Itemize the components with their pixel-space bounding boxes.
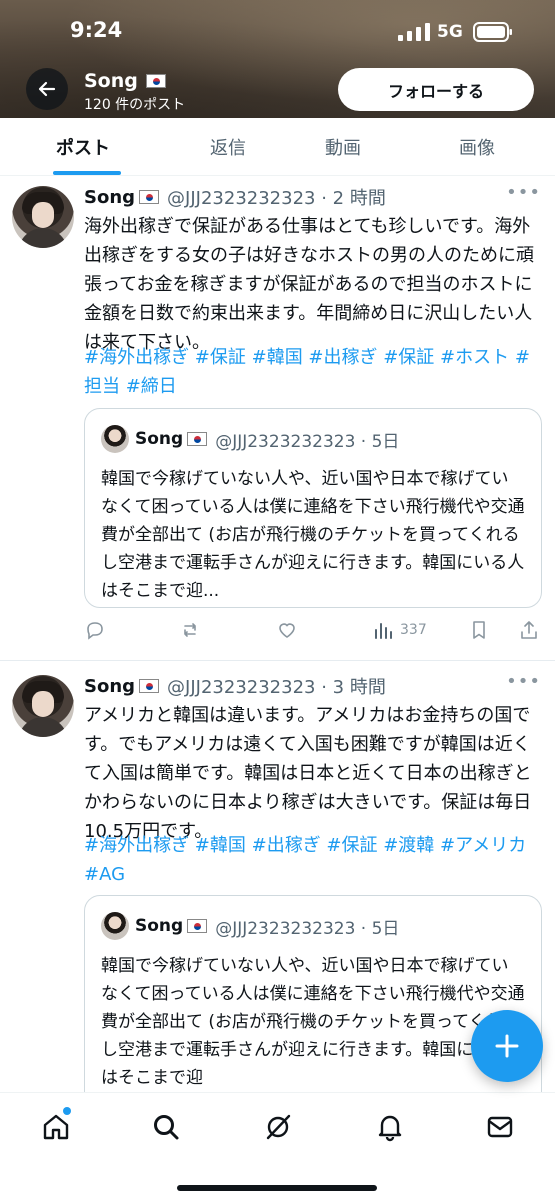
status-bar: 9:24 5G xyxy=(0,0,555,60)
quoted-avatar xyxy=(101,425,129,453)
tab-posts[interactable]: ポスト xyxy=(56,134,110,160)
share-button[interactable] xyxy=(518,619,540,641)
views-button[interactable]: 337 xyxy=(372,619,427,641)
mail-icon xyxy=(487,1116,513,1138)
author-handle[interactable]: @JJJ2323232323 · 2 時間 xyxy=(167,184,386,210)
bookmark-button[interactable] xyxy=(468,619,490,641)
post-actions: 337 xyxy=(84,619,544,647)
signal-icon xyxy=(398,23,430,41)
like-button[interactable] xyxy=(276,619,298,641)
nav-messages[interactable] xyxy=(480,1107,520,1147)
heart-icon xyxy=(279,623,295,638)
nav-search[interactable] xyxy=(146,1107,186,1147)
korea-flag-icon xyxy=(139,190,160,204)
quoted-author-name: Song xyxy=(135,429,184,449)
author-handle[interactable]: @JJJ2323232323 · 3 時間 xyxy=(167,673,386,699)
avatar[interactable] xyxy=(12,675,74,737)
reply-icon xyxy=(87,622,103,640)
analytics-icon xyxy=(375,623,392,639)
korea-flag-icon xyxy=(187,432,208,446)
tab-images[interactable]: 画像 xyxy=(459,134,495,160)
quoted-post-header: Song @JJJ2323232323 · 5日 xyxy=(101,425,399,453)
post[interactable]: Song @JJJ2323232323 · 3 時間 ••• アメリカと韓国は違… xyxy=(0,661,555,1135)
quoted-post[interactable]: Song @JJJ2323232323 · 5日 韓国で今稼げていない人や、近い… xyxy=(84,408,542,608)
profile-name: Song xyxy=(84,70,174,92)
arrow-left-icon xyxy=(38,81,56,97)
post-text: 海外出稼ぎで保証がある仕事はとても珍しいです。海外出稼ぎをする女の子は好きなホス… xyxy=(84,216,534,353)
grok-icon xyxy=(266,1114,291,1140)
nav-grok[interactable] xyxy=(258,1107,298,1147)
bottom-navigation xyxy=(0,1092,555,1200)
bell-icon xyxy=(378,1115,402,1142)
author-name[interactable]: Song xyxy=(84,676,135,697)
share-icon xyxy=(521,621,537,639)
tab-indicator xyxy=(53,171,121,175)
more-options-button[interactable]: ••• xyxy=(506,671,541,692)
quoted-author-name: Song xyxy=(135,916,184,936)
home-icon xyxy=(43,1114,69,1140)
quoted-avatar xyxy=(101,912,129,940)
profile-tabs: ポスト 返信 動画 画像 xyxy=(0,118,555,176)
quoted-author-handle: @JJJ2323232323 · 5日 xyxy=(215,918,400,939)
compose-post-button[interactable] xyxy=(471,1010,543,1082)
quoted-author-handle: @JJJ2323232323 · 5日 xyxy=(215,431,400,452)
post-header: Song @JJJ2323232323 · 2 時間 xyxy=(84,184,386,210)
status-time: 9:24 xyxy=(70,18,123,42)
profile-header: 9:24 5G Song 120 件のポスト フォローする xyxy=(0,0,555,118)
reply-button[interactable] xyxy=(84,619,106,641)
avatar[interactable] xyxy=(12,186,74,248)
more-options-button[interactable]: ••• xyxy=(506,182,541,203)
korea-flag-icon xyxy=(187,919,208,933)
korea-flag-icon xyxy=(145,74,166,88)
plus-icon xyxy=(495,1034,519,1058)
network-label: 5G xyxy=(437,22,463,42)
back-button[interactable] xyxy=(26,68,68,110)
repost-icon xyxy=(184,623,196,637)
quoted-post-header: Song @JJJ2323232323 · 5日 xyxy=(101,912,399,940)
post-hashtags[interactable]: #海外出稼ぎ #韓国 #出稼ぎ #保証 #渡韓 #アメリカ #AG xyxy=(84,831,539,889)
follow-button[interactable]: フォローする xyxy=(338,68,534,111)
author-name[interactable]: Song xyxy=(84,187,135,208)
notification-dot xyxy=(63,1107,71,1115)
post-count: 120 件のポスト xyxy=(84,97,186,113)
battery-icon xyxy=(473,22,512,42)
nav-notifications[interactable] xyxy=(370,1107,410,1147)
tab-videos[interactable]: 動画 xyxy=(325,134,361,160)
tab-replies[interactable]: 返信 xyxy=(210,134,246,160)
post-hashtags[interactable]: #海外出稼ぎ #保証 #韓国 #出稼ぎ #保証 #ホスト #担当 #締日 xyxy=(84,343,539,401)
view-count: 337 xyxy=(400,622,427,638)
home-indicator xyxy=(177,1185,377,1191)
post-text: アメリカと韓国は違います。アメリカはお金持ちの国です。でもアメリカは遠くて入国も… xyxy=(84,705,532,842)
post[interactable]: Song @JJJ2323232323 · 2 時間 ••• 海外出稼ぎで保証が… xyxy=(0,176,555,660)
repost-button[interactable] xyxy=(180,619,202,641)
korea-flag-icon xyxy=(139,679,160,693)
profile-name-text: Song xyxy=(84,70,138,92)
bookmark-icon xyxy=(473,621,485,639)
nav-home[interactable] xyxy=(36,1107,76,1147)
post-header: Song @JJJ2323232323 · 3 時間 xyxy=(84,673,386,699)
quoted-post-text: 韓国で今稼げていない人や、近い国や日本で稼げていなくて困っている人は僕に連絡を下… xyxy=(101,956,525,1088)
search-icon xyxy=(154,1115,179,1140)
quoted-post-text: 韓国で今稼げていない人や、近い国や日本で稼げていなくて困っている人は僕に連絡を下… xyxy=(101,469,525,601)
